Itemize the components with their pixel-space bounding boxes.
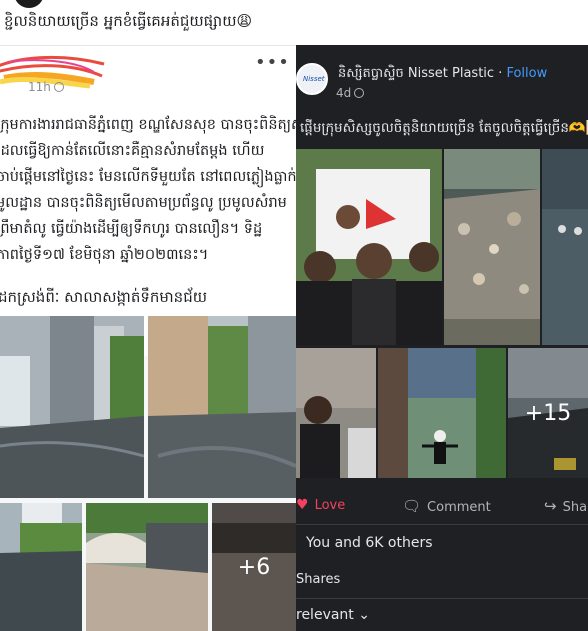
reaction-bar: ♥Love 🗨Comment ↪Share	[296, 487, 588, 525]
post-credit: ដកស្រង់ពីៈ សាលាសង្កាត់ទឹកមានជ័យ	[0, 288, 208, 306]
trash-canal-photo[interactable]	[444, 149, 540, 345]
globe-icon	[53, 82, 64, 92]
nisset-logo-icon: Nisset	[303, 75, 325, 83]
reaction-count[interactable]: You and 6K others	[306, 535, 433, 551]
post-text-line: ចាប់ផ្តើមនៅថ្ងៃនេះ មែនលើកទីមួយតែ នៅពេលភ្…	[0, 169, 296, 185]
post-text-line: ដែលធ្វើឱ្យកាន់តែលើនោះគឺគ្មានសំរាមតែម្តង …	[0, 143, 265, 159]
divider	[296, 598, 588, 599]
post-text-line: ព្រឹមាតំលូ ធ្វើយ៉ាងដើម្បីឲ្យទឹកហូរ បានលឿ…	[0, 221, 263, 237]
left-post-header: 11h •••	[0, 46, 296, 106]
right-post-time: 4d	[336, 86, 365, 100]
share-button[interactable]: ↪Share	[544, 497, 588, 515]
worker-photo[interactable]	[296, 348, 376, 478]
trash-pile-photo[interactable]: +15	[508, 348, 588, 478]
comment-button[interactable]: 🗨 Comment	[402, 497, 491, 515]
shares-count[interactable]: Shares	[296, 572, 340, 587]
right-post-screenshot: Nisset និស្សិតប្លាស្ទិច Nisset Plastic ·…	[296, 45, 588, 631]
heart-icon: ♥	[296, 497, 309, 513]
post-caption: ខ្ជិលនិយាយច្រើន អ្នកខំធ្វើគេអត់ជួយផ្សាយ😩	[4, 12, 253, 30]
globe-icon	[354, 88, 365, 98]
more-photos-count[interactable]: +15	[508, 348, 588, 478]
group-photo[interactable]	[296, 149, 442, 345]
follow-button[interactable]: Follow	[506, 66, 547, 81]
page-name-row: និស្សិតប្លាស្ទិច Nisset Plastic · Follow	[338, 65, 547, 84]
comment-icon: 🗨	[402, 497, 422, 515]
more-options-icon[interactable]: •••	[255, 52, 290, 73]
screenshot-root: ខ្ជិលនិយាយច្រើន អ្នកខំធ្វើគេអត់ជួយផ្សាយ😩…	[0, 0, 588, 631]
post-text-line: មូលដ្ឋាន បានចុះពិនិត្យមើលតាមប្រព័ន្ធលូ ប…	[0, 195, 287, 211]
post-text-line: ភាពថ្ងៃទី១៧ ខែមិថុនា ឆ្នាំ២០២៣នេះ។	[0, 247, 209, 263]
canal-photo[interactable]	[0, 316, 144, 498]
love-button[interactable]: ♥ Love	[296, 497, 345, 513]
chevron-down-icon: ⌄	[358, 607, 370, 623]
canal-photo[interactable]	[0, 503, 82, 631]
canal-pose-photo[interactable]	[378, 348, 506, 478]
post-text-line: ក្រុមការងាររាជធានីភ្នំពេញ ខណ្ឌសែនសុខ បាន…	[0, 117, 296, 133]
separator: ·	[494, 66, 507, 81]
more-photos-count[interactable]: +6	[212, 503, 296, 631]
comment-sort-dropdown[interactable]: relevant ⌄	[296, 607, 370, 623]
page-avatar[interactable]: Nisset	[296, 63, 328, 95]
canal-photo[interactable]	[148, 316, 296, 498]
right-post-text: ផ្តើមក្រុមសិស្សចូលចិត្តនិយាយច្រើន តែចូលច…	[300, 120, 588, 136]
share-icon: ↪	[544, 497, 557, 515]
canal-photo[interactable]: +6	[212, 503, 296, 631]
left-post-screenshot: 11h ••• ក្រុមការងាររាជធានីភ្នំពេញ ខណ្ឌសែ…	[0, 45, 296, 631]
poster-avatar[interactable]	[14, 0, 44, 8]
canal-people-photo[interactable]	[542, 149, 588, 345]
left-post-time: 11h	[28, 80, 64, 94]
page-name[interactable]: និស្សិតប្លាស្ទិច Nisset Plastic	[338, 66, 494, 81]
canal-photo[interactable]	[86, 503, 208, 631]
